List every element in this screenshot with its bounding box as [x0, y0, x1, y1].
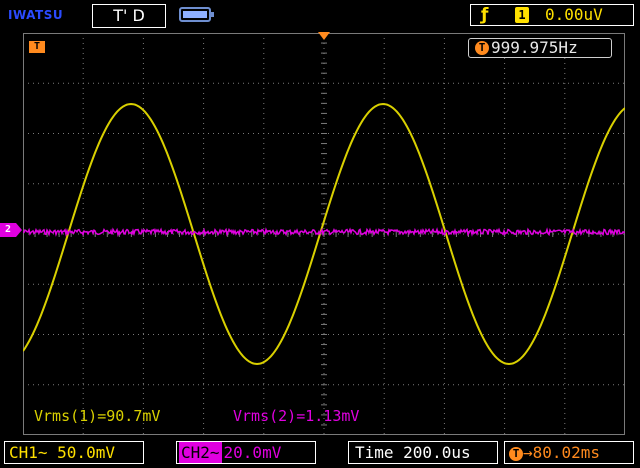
run-status-indicator[interactable]: T' D: [92, 4, 166, 28]
frequency-value: 999.975Hz: [491, 38, 578, 57]
ch2-tag: CH2∼: [179, 442, 222, 463]
trigger-source-badge: 1: [515, 7, 529, 23]
frequency-readout: T 999.975Hz: [468, 38, 612, 58]
trigger-position-marker[interactable]: [318, 32, 330, 40]
timebase[interactable]: Time 200.0us: [348, 441, 498, 464]
top-status-bar: IWATSU T' D ƒ 1 0.00uV: [0, 0, 640, 30]
ch2-scale-box[interactable]: CH2∼ 20.0mV: [176, 441, 316, 464]
trigger-delay[interactable]: T →80.02ms: [504, 441, 634, 464]
trigger-time-marker[interactable]: T: [29, 41, 45, 53]
trigger-settings[interactable]: ƒ 1 0.00uV: [470, 4, 634, 26]
ch1-rms-measurement: Vrms(1)=90.7mV: [34, 407, 161, 425]
brand-logo: IWATSU: [8, 8, 64, 22]
trigger-icon: T: [475, 41, 489, 55]
rising-edge-icon: ƒ: [481, 5, 489, 25]
ch2-rms-measurement: Vrms(2)=1.13mV: [233, 407, 360, 425]
graticule: [23, 33, 625, 435]
ch2-ground-marker[interactable]: 2: [0, 223, 22, 237]
trigger-delay-value: →80.02ms: [523, 443, 601, 462]
ch1-scale[interactable]: CH1∼ 50.0mV: [4, 441, 144, 464]
trigger-icon: T: [509, 447, 523, 461]
waveform-display[interactable]: [23, 33, 625, 435]
trigger-level-value: 0.00uV: [545, 5, 603, 24]
battery-icon: [179, 7, 214, 22]
bottom-status-bar: CH1∼ 50.0mV CH2∼ 20.0mV Time 200.0us T →80…: [0, 438, 640, 468]
ch2-scale-value: 20.0mV: [223, 443, 282, 462]
